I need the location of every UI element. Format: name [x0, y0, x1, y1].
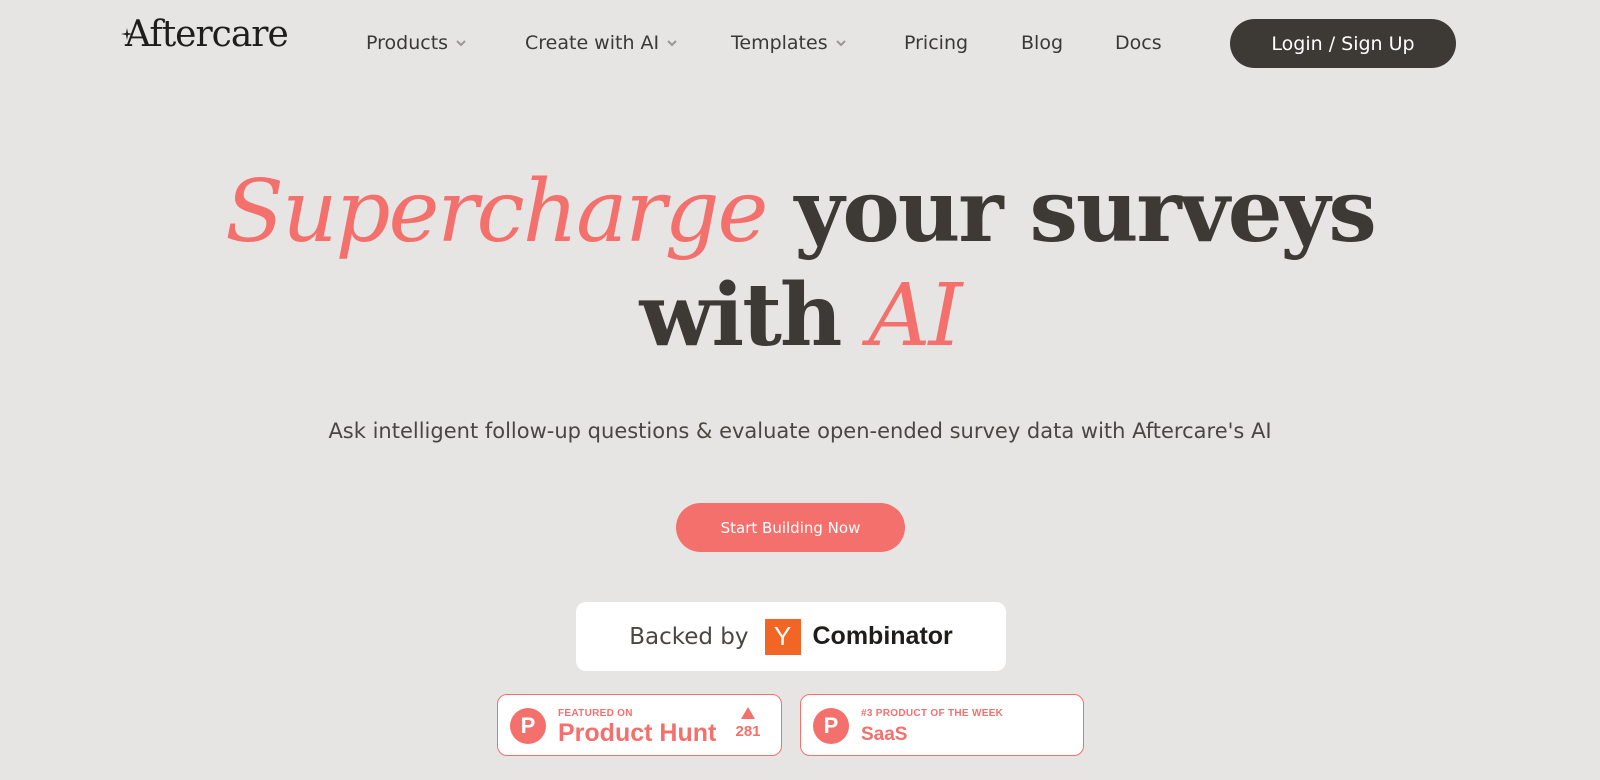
- upvote-arrow-icon: [741, 707, 755, 719]
- upvote-count: 281: [733, 707, 763, 740]
- badge-category-label: SaaS: [861, 724, 908, 745]
- nav-blog[interactable]: Blog: [1021, 28, 1063, 58]
- chevron-down-icon: [835, 40, 846, 47]
- nav-pricing[interactable]: Pricing: [904, 28, 968, 58]
- nav-products[interactable]: Products: [366, 28, 468, 58]
- badge-rank-label: #3 PRODUCT OF THE WEEK: [861, 708, 1004, 719]
- product-hunt-week-badge[interactable]: P #3 PRODUCT OF THE WEEK SaaS: [800, 694, 1084, 756]
- hero-title-rest-2: with: [639, 265, 869, 366]
- product-hunt-logo-icon: P: [813, 708, 849, 744]
- site-header: Aftercare Products Create with AI Templa…: [0, 0, 1600, 86]
- nav-blog-label: Blog: [1021, 32, 1063, 54]
- nav-templates[interactable]: Templates: [731, 28, 848, 58]
- y-combinator-logo-icon: Y: [764, 618, 801, 655]
- chevron-down-icon: [667, 40, 677, 47]
- upvote-number: 281: [735, 723, 761, 740]
- hero-title-accent-2: AI: [868, 266, 962, 366]
- nav-docs[interactable]: Docs: [1115, 28, 1162, 58]
- badge-product-hunt-label: Product Hunt: [558, 719, 717, 747]
- backed-by-yc-card: Backed by Y Combinator: [576, 602, 1006, 671]
- nav-pricing-label: Pricing: [904, 32, 969, 54]
- hero-title: Supercharge your surveys with AI: [0, 160, 1600, 368]
- product-hunt-featured-badge[interactable]: P FEATURED ON Product Hunt 281: [497, 694, 782, 756]
- nav-products-label: Products: [366, 32, 449, 54]
- hero-subtitle: Ask intelligent follow-up questions & ev…: [328, 419, 1272, 443]
- product-hunt-logo-icon: P: [510, 708, 546, 744]
- login-signup-button[interactable]: Login / Sign Up: [1230, 19, 1456, 68]
- nav-create-with-ai[interactable]: Create with AI: [525, 28, 679, 58]
- start-building-button[interactable]: Start Building Now: [676, 503, 905, 552]
- nav-docs-label: Docs: [1115, 32, 1162, 54]
- badge-featured-label: FEATURED ON: [558, 708, 633, 719]
- hero-title-rest-1: your surveys: [766, 161, 1376, 262]
- chevron-down-icon: [456, 40, 466, 47]
- nav-create-with-ai-label: Create with AI: [525, 32, 660, 54]
- y-combinator-name: Combinator: [812, 622, 953, 650]
- nav-templates-label: Templates: [731, 32, 828, 54]
- hero-title-accent-1: Supercharge: [225, 162, 768, 262]
- backed-by-label: Backed by: [629, 623, 749, 650]
